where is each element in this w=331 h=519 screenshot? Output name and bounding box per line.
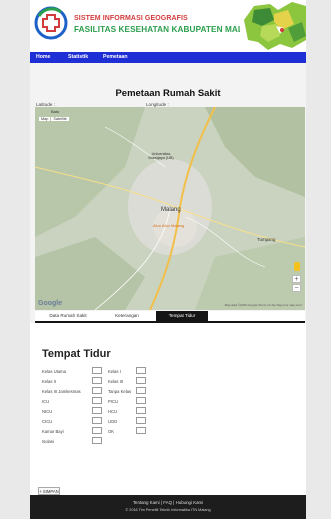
input-kelas-iii[interactable]: [136, 377, 146, 384]
map-label-batu: Batu: [51, 109, 60, 114]
tab-bar: Data Rumah Sakit Keterangan Tempat Tidur: [35, 311, 305, 321]
label-hcu: HCU: [108, 409, 118, 414]
map-type-map[interactable]: Map: [39, 117, 51, 121]
nav-statistik[interactable]: Statistik: [68, 54, 88, 60]
map-label-tumpang: Tumpang: [257, 237, 276, 242]
label-ugd: UGD: [108, 419, 118, 424]
map-label-malang: Malang: [161, 207, 181, 213]
label-kelas-ii: Kelas II: [42, 379, 56, 384]
site-title-line2: FASILITAS KESEHATAN KABUPATEN MALANG: [74, 25, 262, 34]
label-kelas-iii: Kelas III: [108, 379, 124, 384]
hospital-map[interactable]: Map Satellite Batu Universitas Brawijaya …: [35, 107, 305, 310]
footer-copyright: © 2016 Tim Peneliti Teknik Informatika I…: [125, 508, 211, 512]
input-icu[interactable]: [92, 397, 102, 404]
input-tanpa-kelas[interactable]: [136, 387, 146, 394]
street-view-pegman-icon[interactable]: [294, 262, 300, 271]
input-ugd[interactable]: [136, 417, 146, 424]
map-type-satellite[interactable]: Satellite: [51, 117, 69, 121]
input-kelas-i[interactable]: [136, 367, 146, 374]
region-map-graphic: [240, 0, 306, 52]
label-kelas-iii-jamkesmas: Kelas III Jamkesmas: [42, 389, 81, 394]
tempat-tidur-title: Tempat Tidur: [42, 348, 111, 360]
map-type-control[interactable]: Map Satellite: [39, 117, 70, 121]
label-cicu: CICU: [42, 419, 53, 424]
tab-data-rumah-sakit[interactable]: Data Rumah Sakit: [41, 311, 95, 321]
map-attribution[interactable]: Map data ©2016 Google Terms of Use Repor…: [225, 303, 302, 307]
label-picu: PICU: [108, 399, 119, 404]
simpan-button[interactable]: + SIMPAN: [38, 487, 60, 495]
input-kelas-iii-jamkesmas[interactable]: [92, 387, 102, 394]
page: SISTEM INFORMASI GEOGRAFIS FASILITAS KES…: [30, 0, 306, 519]
label-ok: OK: [108, 429, 115, 434]
input-kamar-bayi[interactable]: [92, 427, 102, 434]
footer: Tentang Kami | FAQ | Hubungi Kami © 2016…: [30, 495, 306, 519]
input-picu[interactable]: [136, 397, 146, 404]
top-nav: Home Statistik Pemetaan: [30, 52, 306, 63]
label-kelas-utama: Kelas Utama: [42, 369, 66, 374]
label-tanpa-kelas: Tanpa Kelas: [108, 389, 132, 394]
input-kelas-utama[interactable]: [92, 367, 102, 374]
header: SISTEM INFORMASI GEOGRAFIS FASILITAS KES…: [30, 0, 306, 52]
input-cicu[interactable]: [92, 417, 102, 424]
google-logo: Google: [38, 300, 63, 307]
page-title: Pemetaan Rumah Sakit: [115, 88, 221, 99]
input-isolasi[interactable]: [92, 437, 102, 444]
zoom-in-button[interactable]: +: [292, 275, 301, 283]
input-ok[interactable]: [136, 427, 146, 434]
site-title-line1: SISTEM INFORMASI GEOGRAFIS: [74, 15, 188, 22]
nav-pemetaan[interactable]: Pemetaan: [103, 54, 128, 60]
map-label-alun-alun: Alun Alun Malang: [153, 223, 185, 228]
input-nicu[interactable]: [92, 407, 102, 414]
input-hcu[interactable]: [136, 407, 146, 414]
map-label-universitas: Universitas Brawijaya (UB): [148, 152, 174, 160]
tab-keterangan[interactable]: Keterangan: [101, 311, 153, 321]
tab-tempat-tidur[interactable]: Tempat Tidur: [156, 311, 208, 321]
footer-links[interactable]: Tentang Kami | FAQ | Hubungi Kami: [30, 500, 306, 505]
label-isolasi: Isolasi: [42, 439, 54, 444]
input-kelas-ii[interactable]: [92, 377, 102, 384]
label-nicu: NICU: [42, 409, 53, 414]
label-kamar-bayi: Kamar Bayi: [42, 429, 64, 434]
logo-icon: [34, 6, 68, 40]
zoom-out-button[interactable]: −: [292, 284, 301, 292]
label-icu: ICU: [42, 399, 50, 404]
label-kelas-i: Kelas I: [108, 369, 121, 374]
nav-home[interactable]: Home: [36, 54, 50, 60]
